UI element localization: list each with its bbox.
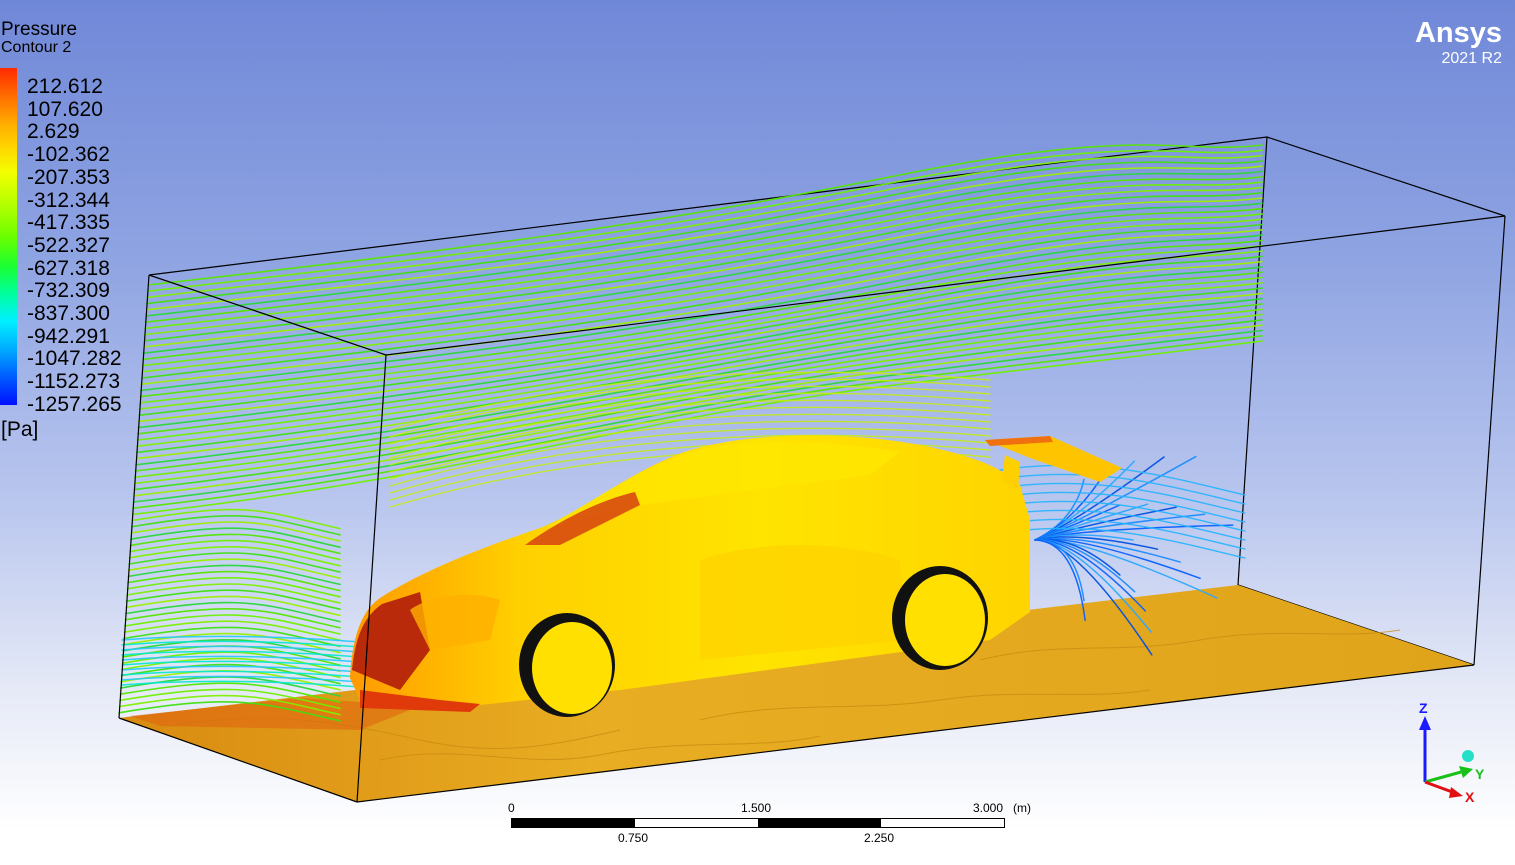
scale-label: 2.250 — [864, 831, 895, 845]
z-axis-label: Z — [1419, 700, 1428, 716]
scale-segment — [758, 819, 881, 827]
x-axis-arrow-icon — [1449, 787, 1463, 798]
z-axis-arrow-icon — [1419, 716, 1431, 730]
streamline — [999, 464, 1246, 496]
scale-segment — [635, 819, 758, 827]
streamline — [127, 564, 341, 586]
legend-label: -837.300 — [27, 302, 110, 326]
streamline — [126, 576, 341, 598]
legend-title: Pressure — [1, 19, 78, 40]
view-sphere-icon[interactable] — [1462, 750, 1474, 762]
scale-label: 1.500 — [741, 801, 772, 815]
streamline — [126, 583, 341, 604]
legend-label: -627.318 — [27, 256, 110, 280]
streamline — [127, 570, 341, 592]
streamline — [124, 601, 341, 623]
legend-labels: 212.612 107.620 2.629 -102.362 -207.353 … — [27, 75, 122, 417]
legend-label: -102.362 — [27, 143, 110, 167]
wheel-front — [519, 613, 615, 717]
scale-label: 0.750 — [618, 831, 649, 845]
streamline — [147, 144, 1263, 286]
legend-label: -417.335 — [27, 211, 110, 235]
streamline — [128, 545, 341, 567]
streamline — [124, 607, 341, 629]
streamline — [129, 539, 341, 561]
wheel-rear — [892, 566, 988, 670]
streamline — [999, 473, 1246, 505]
axis-triad[interactable]: Z Y X — [1405, 700, 1495, 810]
scale-unit: (m) — [1013, 801, 1031, 815]
streamline — [128, 552, 341, 573]
x-axis-label: X — [1465, 789, 1475, 805]
legend-unit: [Pa] — [1, 418, 39, 441]
legend-label: -942.291 — [27, 324, 110, 348]
streamline — [129, 527, 341, 548]
legend-label: -1152.273 — [27, 370, 121, 394]
streamline — [138, 250, 1263, 410]
scale-bar — [511, 818, 1005, 828]
legend-label: 107.620 — [27, 97, 103, 121]
legend-label: -1257.265 — [27, 392, 122, 416]
legend-label: -1047.282 — [27, 347, 122, 371]
streamline — [130, 514, 341, 536]
streamline — [125, 595, 341, 617]
rear-wing — [985, 436, 1122, 490]
y-axis-line — [1424, 770, 1462, 784]
streamline — [129, 533, 341, 555]
streamline — [999, 482, 1246, 514]
scale-label: 3.000 — [973, 801, 1004, 815]
streamline — [130, 521, 341, 542]
legend-label: -732.309 — [27, 279, 110, 303]
streamline — [139, 244, 1263, 404]
legend-label: -207.353 — [27, 165, 110, 189]
streamline — [124, 614, 341, 635]
streamline — [144, 176, 1263, 323]
streamline — [143, 186, 1263, 336]
scale-segment — [881, 819, 1004, 827]
cfd-viewport[interactable] — [0, 0, 1515, 865]
legend-subtitle: Contour 2 — [1, 39, 72, 56]
legend-label: 2.629 — [27, 120, 80, 144]
brand-name: Ansys — [1414, 17, 1502, 49]
legend-label: -522.327 — [27, 233, 110, 257]
streamline — [119, 676, 341, 697]
y-axis-arrow-icon — [1459, 766, 1473, 778]
y-axis-label: Y — [1475, 766, 1485, 782]
streamline — [131, 508, 341, 530]
streamline — [145, 170, 1263, 317]
streamline — [127, 558, 341, 579]
pressure-colorbar — [0, 68, 17, 405]
streamline — [135, 287, 1263, 454]
brand-version: 2021 R2 — [1441, 50, 1503, 67]
ansys-logo: Ansys 2021 R2 — [1415, 17, 1502, 69]
legend-label: -312.344 — [27, 188, 110, 212]
scale-label: 0 — [508, 801, 515, 815]
streamline — [125, 589, 341, 610]
legend-label: 212.612 — [27, 75, 103, 98]
streamline — [999, 518, 1246, 550]
scale-segment — [512, 819, 635, 827]
